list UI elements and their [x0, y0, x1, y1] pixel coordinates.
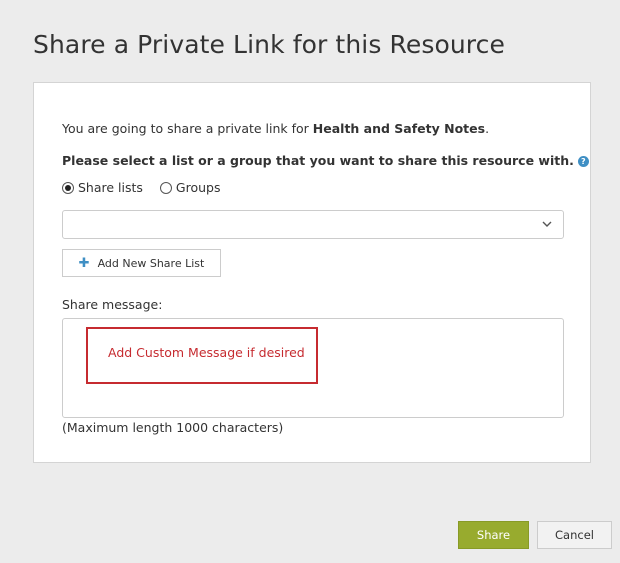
chevron-down-icon	[542, 221, 552, 227]
intro-suffix: .	[485, 121, 490, 136]
add-new-share-list-label: Add New Share List	[97, 256, 205, 270]
share-form-panel: You are going to share a private link fo…	[33, 82, 591, 463]
radio-share-lists-input[interactable]	[62, 181, 74, 194]
intro-text: You are going to share a private link fo…	[62, 121, 489, 136]
share-list-select[interactable]	[62, 210, 564, 239]
custom-message-callout: Add Custom Message if desired	[86, 327, 318, 384]
max-length-note: (Maximum length 1000 characters)	[62, 420, 284, 435]
radio-groups-input[interactable]	[159, 181, 172, 194]
add-new-share-list-button[interactable]: ✚ Add New Share List	[62, 249, 221, 277]
share-type-radio-group: Share lists Groups	[62, 180, 238, 195]
radio-share-lists[interactable]: Share lists	[62, 180, 143, 195]
select-prompt-label: Please select a list or a group that you…	[62, 153, 574, 168]
share-button[interactable]: Share	[458, 521, 529, 549]
cancel-button[interactable]: Cancel	[537, 521, 612, 549]
help-icon[interactable]: ?	[577, 156, 589, 167]
radio-share-lists-label[interactable]: Share lists	[78, 180, 143, 195]
custom-message-callout-text: Add Custom Message if desired	[108, 345, 305, 360]
radio-groups-label[interactable]: Groups	[176, 180, 221, 195]
select-prompt: Please select a list or a group that you…	[62, 153, 589, 168]
radio-groups[interactable]: Groups	[159, 180, 221, 195]
intro-prefix: You are going to share a private link fo…	[62, 121, 313, 136]
resource-name: Health and Safety Notes	[312, 121, 486, 136]
share-message-label: Share message:	[62, 297, 163, 312]
plus-icon: ✚	[78, 255, 90, 271]
dialog-title: Share a Private Link for this Resource	[33, 30, 505, 59]
